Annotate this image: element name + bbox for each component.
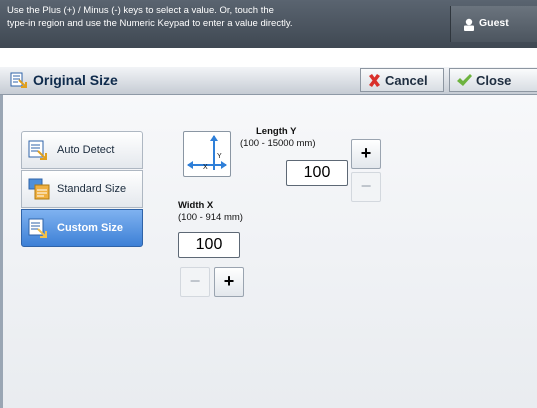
custom-size-button[interactable]: Custom Size [21,209,143,247]
instruction-line-1: Use the Plus (+) / Minus (-) keys to sel… [7,5,274,16]
width-x-minus-button[interactable]: − [180,267,210,297]
x-icon [369,74,380,87]
length-y-plus-button[interactable]: + [351,139,381,169]
width-x-input[interactable]: 100 [178,232,240,258]
auto-detect-label: Auto Detect [57,144,115,156]
cancel-label: Cancel [385,73,428,88]
message-bar: Use the Plus (+) / Minus (-) keys to sel… [0,0,537,48]
length-y-minus-button[interactable]: − [351,172,381,202]
checkmark-icon [457,74,472,86]
y-axis-label: Y [217,153,222,160]
instruction-message: Use the Plus (+) / Minus (-) keys to sel… [7,4,447,30]
standard-size-button[interactable]: Standard Size [21,170,143,208]
close-label: Close [476,73,512,88]
auto-detect-icon [28,140,47,160]
custom-size-icon [28,218,47,238]
length-y-range: (100 - 15000 mm) [240,138,316,149]
xy-diagram-icon: Y X [183,131,231,177]
standard-size-label: Standard Size [57,183,127,195]
length-y-label: Length Y [256,126,297,137]
length-y-input[interactable]: 100 [286,160,348,186]
cancel-button[interactable]: Cancel [360,68,444,92]
close-button[interactable]: Close [449,68,537,92]
auto-detect-button[interactable]: Auto Detect [21,131,143,169]
user-icon [464,18,474,31]
page-title: Original Size [33,72,118,88]
original-size-icon [10,72,27,88]
width-x-range: (100 - 914 mm) [178,212,243,223]
width-x-plus-button[interactable]: + [214,267,244,297]
custom-size-label: Custom Size [57,222,124,234]
guest-button[interactable]: Guest [450,6,537,42]
width-x-label: Width X [178,200,214,211]
standard-size-icon [28,178,50,200]
length-y-heading: Length Y [256,126,296,138]
x-axis-label: X [203,164,208,171]
width-x-heading: Width X [178,200,213,212]
guest-label: Guest [479,17,509,29]
instruction-line-2: type-in region and use the Numeric Keypa… [7,18,293,29]
